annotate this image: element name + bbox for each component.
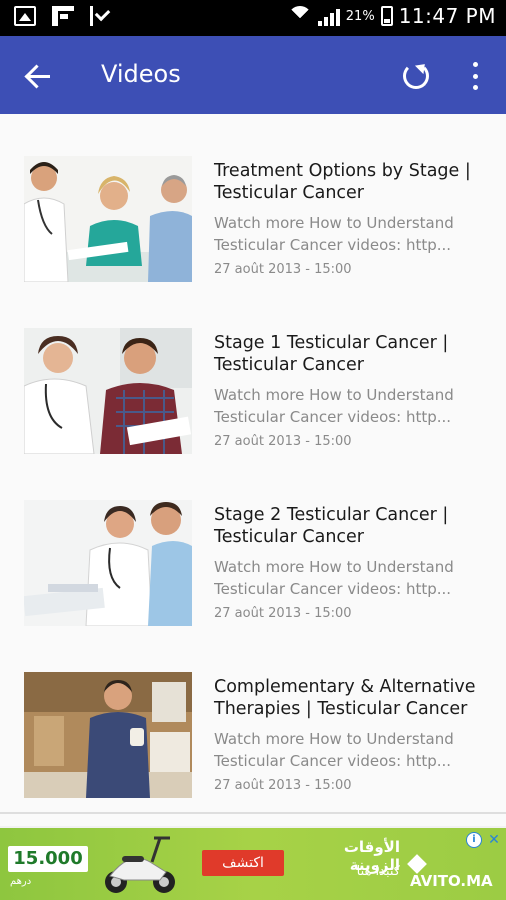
video-item[interactable]: Stage 2 Testicular Cancer | Testicular C… — [0, 458, 506, 630]
arrow-back-icon[interactable] — [24, 61, 54, 91]
status-system: 21% 11:47 PM — [288, 4, 496, 28]
refresh-icon[interactable] — [403, 63, 429, 89]
wifi-icon — [288, 6, 312, 26]
ad-info-icon[interactable]: i — [466, 832, 482, 848]
video-description: Watch more How to Understand — [214, 558, 454, 576]
video-title: Complementary & Alternative Therapies | … — [214, 677, 476, 719]
video-date: 27 août 2013 - 15:00 — [214, 434, 352, 449]
status-bar: 21% 11:47 PM — [0, 0, 506, 36]
video-description: Watch more How to Understand — [214, 214, 454, 232]
video-title: Treatment Options by Stage | Testicular … — [214, 161, 471, 203]
more-vert-icon[interactable] — [470, 62, 480, 90]
video-description-2: Testicular Cancer videos: http... — [214, 236, 452, 254]
app-bar: Videos — [0, 36, 506, 114]
ad-price: 15.000 — [8, 846, 88, 872]
video-date: 27 août 2013 - 15:00 — [214, 778, 352, 793]
video-list[interactable]: Treatment Options by Stage | Testicular … — [0, 114, 506, 826]
video-thumbnail[interactable] — [24, 672, 192, 798]
battery-percent: 21% — [345, 8, 375, 24]
video-date: 27 août 2013 - 15:00 — [214, 262, 352, 277]
video-description: Watch more How to Understand — [214, 730, 454, 748]
gallery-icon — [14, 6, 36, 26]
ad-brand-name: AVITO.MA — [410, 872, 493, 890]
video-item[interactable]: Stage 1 Testicular Cancer | Testicular C… — [0, 286, 506, 458]
ad-banner[interactable]: 15.000 درهم اكتشف الأوقات الزوينة كتبدا … — [0, 828, 506, 900]
video-description-2: Testicular Cancer videos: http... — [214, 752, 452, 770]
ad-close-icon[interactable]: ✕ — [486, 832, 502, 848]
ad-brand: AVITO.MA — [407, 853, 506, 890]
signal-icon — [317, 6, 340, 26]
video-item[interactable]: Complementary & Alternative Therapies | … — [0, 630, 506, 802]
scooter-image — [100, 832, 180, 896]
video-thumbnail[interactable] — [24, 328, 192, 454]
ad-subline: كتبدا هنا — [356, 864, 400, 879]
ad-currency: درهم — [10, 876, 32, 887]
avito-logo-icon — [407, 853, 427, 874]
video-title: Stage 1 Testicular Cancer | Testicular C… — [214, 333, 449, 375]
video-description-2: Testicular Cancer videos: http... — [214, 408, 452, 426]
check-icon — [90, 6, 112, 26]
video-date: 27 août 2013 - 15:00 — [214, 606, 352, 621]
ad-cta-button[interactable]: اكتشف — [202, 850, 284, 876]
video-description-2: Testicular Cancer videos: http... — [214, 580, 452, 598]
page-title: Videos — [101, 60, 181, 88]
video-description: Watch more How to Understand — [214, 386, 454, 404]
video-title: Stage 2 Testicular Cancer | Testicular C… — [214, 505, 449, 547]
list-divider — [0, 812, 506, 814]
video-thumbnail[interactable] — [24, 156, 192, 282]
battery-icon — [380, 6, 393, 26]
video-thumbnail[interactable] — [24, 500, 192, 626]
status-notifications — [14, 6, 112, 26]
video-item[interactable]: Treatment Options by Stage | Testicular … — [0, 114, 506, 286]
flipboard-icon — [52, 6, 74, 26]
status-clock: 11:47 PM — [398, 4, 496, 28]
